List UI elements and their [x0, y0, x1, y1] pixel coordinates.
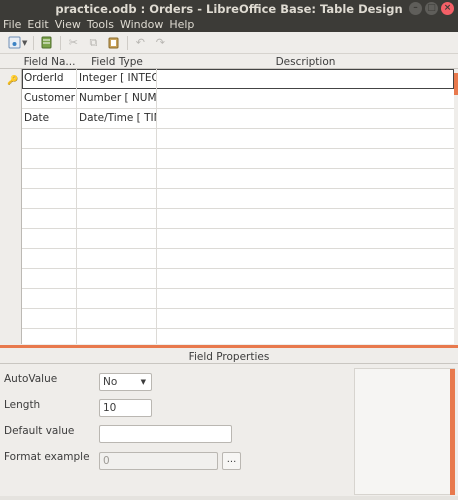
window-title: practice.odb : Orders - LibreOffice Base…	[55, 2, 403, 16]
grid-scrollbar[interactable]	[454, 69, 458, 344]
menu-tools[interactable]: Tools	[87, 18, 114, 31]
close-button[interactable]: ×	[441, 2, 454, 15]
description-cell[interactable]	[157, 109, 454, 129]
column-header-field-name[interactable]: Field Na...	[22, 56, 77, 68]
field-grid: Field Na... Field Type Description 🔑 Ord…	[0, 55, 458, 344]
autovalue-label: AutoValue	[4, 373, 58, 385]
table-row[interactable]	[22, 329, 454, 344]
primary-key-icon: 🔑	[7, 76, 19, 86]
menu-edit[interactable]: Edit	[27, 18, 48, 31]
grid-scrollbar-thumb[interactable]	[454, 73, 458, 95]
title-bar: practice.odb : Orders - LibreOffice Base…	[0, 0, 458, 17]
menu-window[interactable]: Window	[120, 18, 163, 31]
minimize-button[interactable]: –	[409, 2, 422, 15]
format-button[interactable]: ...	[222, 452, 241, 470]
view-design-icon[interactable]	[38, 35, 54, 51]
grid-rows: OrderId Integer [ INTEGER ] CustomerId N…	[22, 69, 454, 344]
table-row[interactable]	[22, 209, 454, 229]
description-cell[interactable]	[157, 69, 454, 89]
field-type-cell[interactable]: Number [ NUMERIC ]	[77, 89, 157, 109]
undo-icon[interactable]: ↶	[132, 35, 148, 51]
table-row[interactable]	[22, 149, 454, 169]
field-name-cell[interactable]: OrderId	[22, 69, 77, 89]
description-cell[interactable]	[157, 89, 454, 109]
field-name-cell[interactable]: CustomerId	[22, 89, 77, 109]
length-label: Length	[4, 399, 41, 411]
table-row[interactable]	[22, 189, 454, 209]
column-header-description[interactable]: Description	[157, 56, 454, 68]
status-strip	[0, 496, 458, 500]
toolbar-separator	[60, 35, 62, 50]
toolbar-separator	[127, 35, 129, 50]
table-row[interactable]	[22, 229, 454, 249]
save-icon[interactable]	[6, 35, 22, 51]
table-row[interactable]: OrderId Integer [ INTEGER ]	[22, 69, 454, 89]
table-row[interactable]	[22, 309, 454, 329]
redo-icon[interactable]: ↷	[152, 35, 168, 51]
autovalue-value: No	[103, 376, 118, 388]
table-row[interactable]: CustomerId Number [ NUMERIC ]	[22, 89, 454, 109]
table-row[interactable]: Date Date/Time [ TIMESTAMP ]	[22, 109, 454, 129]
field-name-cell[interactable]: Date	[22, 109, 77, 129]
row-selector-column[interactable]: 🔑	[0, 69, 22, 344]
grid-header: Field Na... Field Type Description	[0, 55, 458, 69]
copy-icon[interactable]: ⧉	[85, 35, 101, 51]
menu-help[interactable]: Help	[169, 18, 194, 31]
field-type-cell[interactable]: Integer [ INTEGER ]	[77, 69, 157, 89]
menu-file[interactable]: File	[3, 18, 21, 31]
field-properties-title: Field Properties	[0, 350, 458, 364]
field-type-cell[interactable]: Date/Time [ TIMESTAMP ]	[77, 109, 157, 129]
maximize-button[interactable]: □	[425, 2, 438, 15]
table-row[interactable]	[22, 249, 454, 269]
format-example-label: Format example	[4, 451, 90, 463]
toolbar: ▼ ✂ ⧉ ↶ ↷	[0, 32, 458, 54]
cut-icon[interactable]: ✂	[65, 35, 81, 51]
menu-view[interactable]: View	[55, 18, 81, 31]
default-value-field[interactable]	[99, 425, 232, 443]
help-text-box	[354, 368, 455, 495]
column-header-field-type[interactable]: Field Type	[77, 56, 157, 68]
length-field[interactable]: 10	[99, 399, 152, 417]
chevron-down-icon: ▼	[140, 378, 146, 386]
paste-icon[interactable]	[105, 35, 121, 51]
table-row[interactable]	[22, 269, 454, 289]
autovalue-select[interactable]: No ▼	[99, 373, 152, 391]
table-row[interactable]	[22, 129, 454, 149]
format-example-field: 0	[99, 452, 218, 470]
table-row[interactable]	[22, 169, 454, 189]
save-dropdown-icon[interactable]: ▼	[22, 39, 27, 47]
help-scrollbar[interactable]	[450, 369, 455, 495]
table-row[interactable]	[22, 289, 454, 309]
default-value-label: Default value	[4, 425, 75, 437]
toolbar-separator	[33, 35, 35, 50]
menu-bar: File Edit View Tools Window Help	[0, 17, 458, 32]
window-controls: – □ ×	[409, 2, 454, 15]
